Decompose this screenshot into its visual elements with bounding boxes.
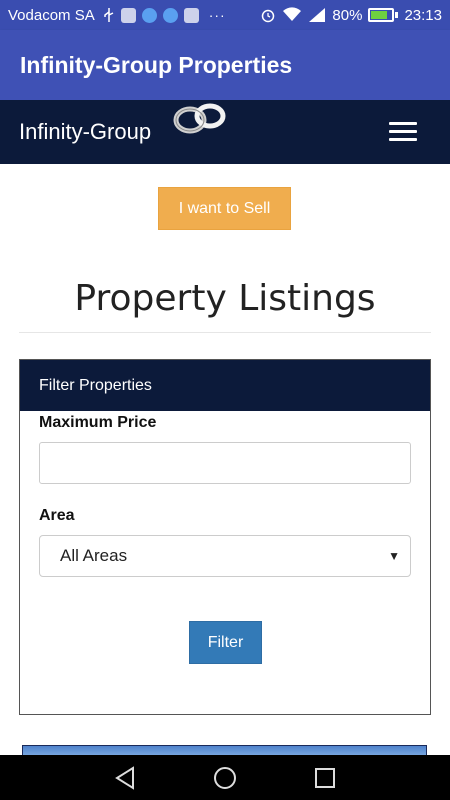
clock: 23:13: [404, 6, 442, 24]
dropdown-caret-icon: ▼: [388, 549, 400, 563]
battery-percent: 80%: [332, 6, 363, 24]
more-notifications-icon: ···: [208, 7, 226, 23]
site-navbar: Infinity-Group: [0, 100, 450, 164]
anchor-icon: [141, 7, 157, 23]
app-title: Infinity-Group Properties: [20, 51, 293, 78]
wifi-icon: [283, 7, 302, 22]
max-price-label: Maximum Price: [39, 414, 157, 431]
contact-photo-icon: [120, 7, 136, 23]
alarm-icon: [262, 9, 275, 23]
area-label: Area: [39, 507, 75, 524]
back-icon[interactable]: [106, 759, 144, 797]
home-icon[interactable]: [206, 759, 244, 797]
page-title: Property Listings: [74, 278, 376, 319]
battery-icon: [368, 8, 399, 22]
title-divider: [19, 332, 431, 333]
menu-toggle-button[interactable]: [386, 120, 420, 144]
hamburger-line: [389, 138, 417, 141]
recents-icon[interactable]: [306, 759, 344, 797]
status-bar: Vodacom SA ··· 80% 23:13: [0, 0, 450, 30]
area-selected-value: All Areas: [60, 546, 128, 565]
carrier-label: Vodacom SA: [8, 6, 95, 24]
brand-link[interactable]: Infinity-Group: [19, 119, 151, 145]
hamburger-line: [389, 130, 417, 133]
filter-panel: Filter Properties Maximum Price Area All…: [19, 359, 431, 715]
infinity-logo-icon: [173, 103, 226, 134]
app-bar: Infinity-Group Properties: [0, 30, 450, 100]
max-price-input[interactable]: [39, 442, 411, 484]
gallery-icon: [183, 7, 199, 23]
area-select[interactable]: All Areas ▼: [39, 535, 411, 577]
system-nav-bar: [0, 755, 450, 800]
hamburger-line: [389, 122, 417, 125]
notification-icons: ···: [103, 7, 226, 23]
signal-icon: [309, 8, 326, 22]
filter-panel-heading: Filter Properties: [20, 360, 430, 411]
usb-icon: [103, 8, 114, 22]
filter-button[interactable]: Filter: [189, 621, 262, 664]
drive-icon: [162, 7, 178, 23]
sell-button[interactable]: I want to Sell: [158, 187, 291, 230]
